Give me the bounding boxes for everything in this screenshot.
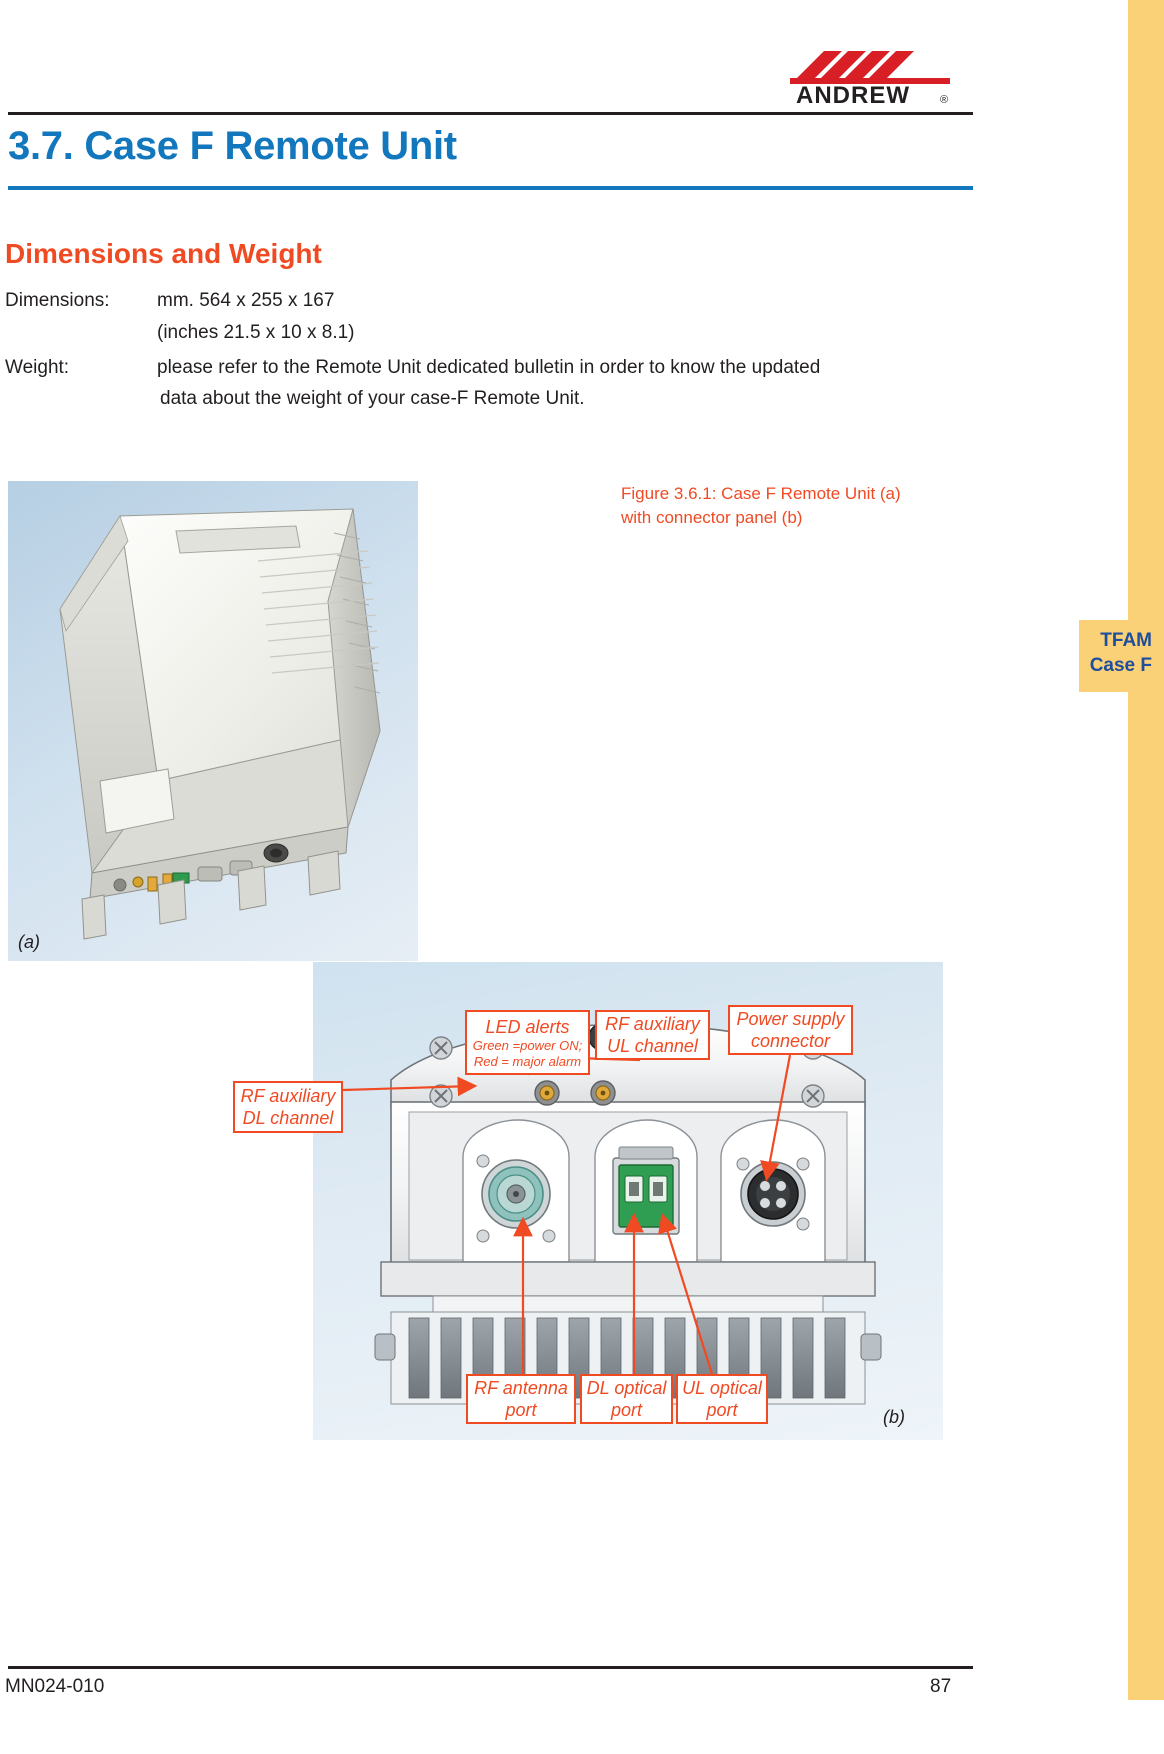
- callout-rf-auxiliary-ul: RF auxiliary UL channel: [595, 1010, 710, 1060]
- rf-auxiliary-dl-connector: [534, 1080, 560, 1106]
- callout-dl-optical-line2: port: [610, 1400, 643, 1420]
- optical-ports: [612, 1146, 680, 1235]
- side-strip: [1128, 0, 1164, 1700]
- dimensions-value-inches: (inches 21.5 x 10 x 8.1): [157, 322, 355, 343]
- svg-text:®: ®: [940, 94, 948, 106]
- callout-power-supply: Power supply connector: [728, 1005, 853, 1055]
- side-tab-line2: Case F: [1089, 655, 1152, 676]
- callout-dl-optical-line1: DL optical: [586, 1378, 667, 1398]
- callout-ul-optical-line1: UL optical: [682, 1378, 762, 1398]
- remote-unit-3d-illustration: [59, 508, 381, 940]
- figure-photo-a: (a): [8, 481, 418, 961]
- callout-led-sub1: Green =power ON;: [472, 1037, 583, 1053]
- callout-rf-antenna-port: RF antenna port: [466, 1374, 576, 1424]
- footer-page-number: 87: [930, 1676, 952, 1697]
- callout-rf-aux-dl-line2: DL channel: [242, 1108, 334, 1128]
- callout-rf-antenna-line2: port: [505, 1400, 537, 1420]
- callout-led-alerts: LED alerts Green =power ON; Red = major …: [465, 1010, 590, 1075]
- side-tab-line1: TFAM: [1100, 630, 1152, 651]
- callout-rf-aux-dl-line1: RF auxiliary: [240, 1086, 336, 1106]
- section-heading: Dimensions and Weight: [5, 238, 322, 269]
- callout-dl-optical-port: DL optical port: [580, 1374, 673, 1424]
- figure-caption: Figure 3.6.1: Case F Remote Unit (a) wit…: [621, 482, 951, 530]
- callout-power-line2: connector: [750, 1031, 831, 1051]
- figure-caption-line2: with connector panel (b): [621, 508, 803, 527]
- footer-rule: [8, 1666, 973, 1669]
- title-underline-rule: [8, 186, 973, 190]
- callout-led-title: LED alerts: [485, 1016, 570, 1037]
- callout-ul-optical-line2: port: [706, 1400, 738, 1420]
- weight-label: Weight:: [5, 357, 70, 378]
- figure-caption-line1: Figure 3.6.1: Case F Remote Unit (a): [621, 484, 901, 503]
- page-title: 3.7. Case F Remote Unit: [8, 124, 457, 168]
- rf-auxiliary-ul-connector: [590, 1080, 616, 1106]
- callout-rf-auxiliary-dl: RF auxiliary DL channel: [233, 1081, 343, 1133]
- callout-power-line1: Power supply: [736, 1009, 845, 1029]
- callout-led-sub2: Red = major alarm: [473, 1053, 582, 1069]
- dimensions-label: Dimensions:: [5, 290, 110, 311]
- document-page: TFAM Case F ANDREW ® 3.7. Case F Remote …: [0, 0, 1164, 1754]
- footer-doc-code: MN024-010: [5, 1676, 105, 1697]
- figure-a-tag: (a): [18, 932, 40, 952]
- svg-text:ANDREW: ANDREW: [796, 82, 910, 107]
- weight-value-line1: please refer to the Remote Unit dedicate…: [157, 357, 821, 378]
- callout-rf-aux-ul-line2: UL channel: [607, 1036, 698, 1056]
- andrew-logo: ANDREW ®: [790, 45, 955, 107]
- weight-value-line2: data about the weight of your case-F Rem…: [160, 388, 585, 409]
- dimensions-value-mm: mm. 564 x 255 x 167: [157, 290, 335, 311]
- header-rule: [8, 112, 973, 115]
- callout-rf-antenna-line1: RF antenna: [474, 1378, 568, 1398]
- callout-ul-optical-port: UL optical port: [676, 1374, 768, 1424]
- side-tab-section-marker: TFAM Case F: [1079, 620, 1164, 692]
- callout-rf-aux-ul-line1: RF auxiliary: [605, 1014, 700, 1034]
- figure-b-tag: (b): [883, 1407, 905, 1427]
